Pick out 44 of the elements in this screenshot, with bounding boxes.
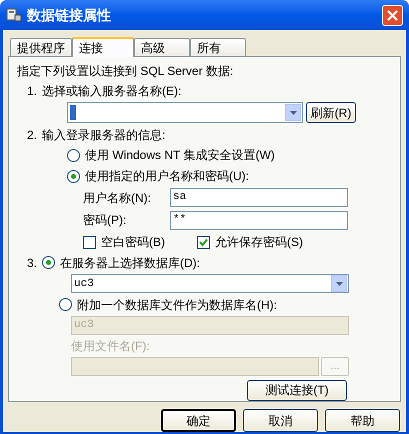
refresh-button[interactable]: 刷新(R) [306,102,356,123]
checkbox[interactable] [83,236,96,249]
database-combobox[interactable]: uc3 [71,274,349,294]
radio-button[interactable] [42,256,56,270]
checkbox-label: 空白密码(B) [101,234,165,252]
password-label: 密码(P): [83,212,128,230]
close-icon [387,10,398,20]
username-label: 用户名称(N): [83,190,152,207]
window-title: 数据链接属性 [27,6,112,24]
step-number: 1. [27,83,38,100]
radio-label: 使用 Windows NT 集成安全设置(W) [85,147,275,164]
radio-label: 在服务器上选择数据库(D): [60,254,200,272]
tab[interactable]: 连接 [72,37,134,57]
test-connection-button[interactable]: 测试连接(T) [247,380,347,401]
password-field[interactable]: ** [170,210,348,230]
username-field[interactable]: sa [170,188,348,208]
dropdown-button[interactable] [331,275,347,292]
file-name-field[interactable] [71,356,319,376]
caret-icon [290,110,296,114]
dialog-button[interactable]: 帮助 [325,409,400,432]
radio-button[interactable] [67,170,80,183]
tab[interactable]: 提供程序 [10,38,72,56]
radio-label: 附加一个数据库文件作为数据库名(H): [77,296,277,314]
dropdown-button[interactable] [285,104,301,121]
server-combobox[interactable] [67,102,303,123]
intro-text: 指定下列设置以连接到 SQL Server 数据: [17,63,234,80]
checkbox[interactable] [197,236,210,249]
radio-button[interactable] [59,298,72,312]
step-number: 3. [27,254,38,272]
radio-button[interactable] [67,148,80,162]
database-icon [6,7,22,23]
tab[interactable]: 高级 [134,38,190,56]
dialog-button[interactable]: 取消 [243,409,318,432]
dialog-button[interactable]: 确定 [161,409,236,432]
radio-label: 使用指定的用户名称和密码(U): [85,168,249,186]
step-label: 选择或输入服务器名称(E): [42,83,182,100]
file-name-label: 使用文件名(F): [70,338,151,355]
combobox-value: uc3 [74,276,95,292]
step-label: 输入登录服务器的信息: [42,127,166,144]
caret-icon [336,282,342,286]
step-number: 2. [27,127,38,144]
checkbox-label: 允许保存密码(S) [215,234,303,252]
tab[interactable]: 所有 [190,38,246,56]
close-button[interactable] [382,4,403,26]
